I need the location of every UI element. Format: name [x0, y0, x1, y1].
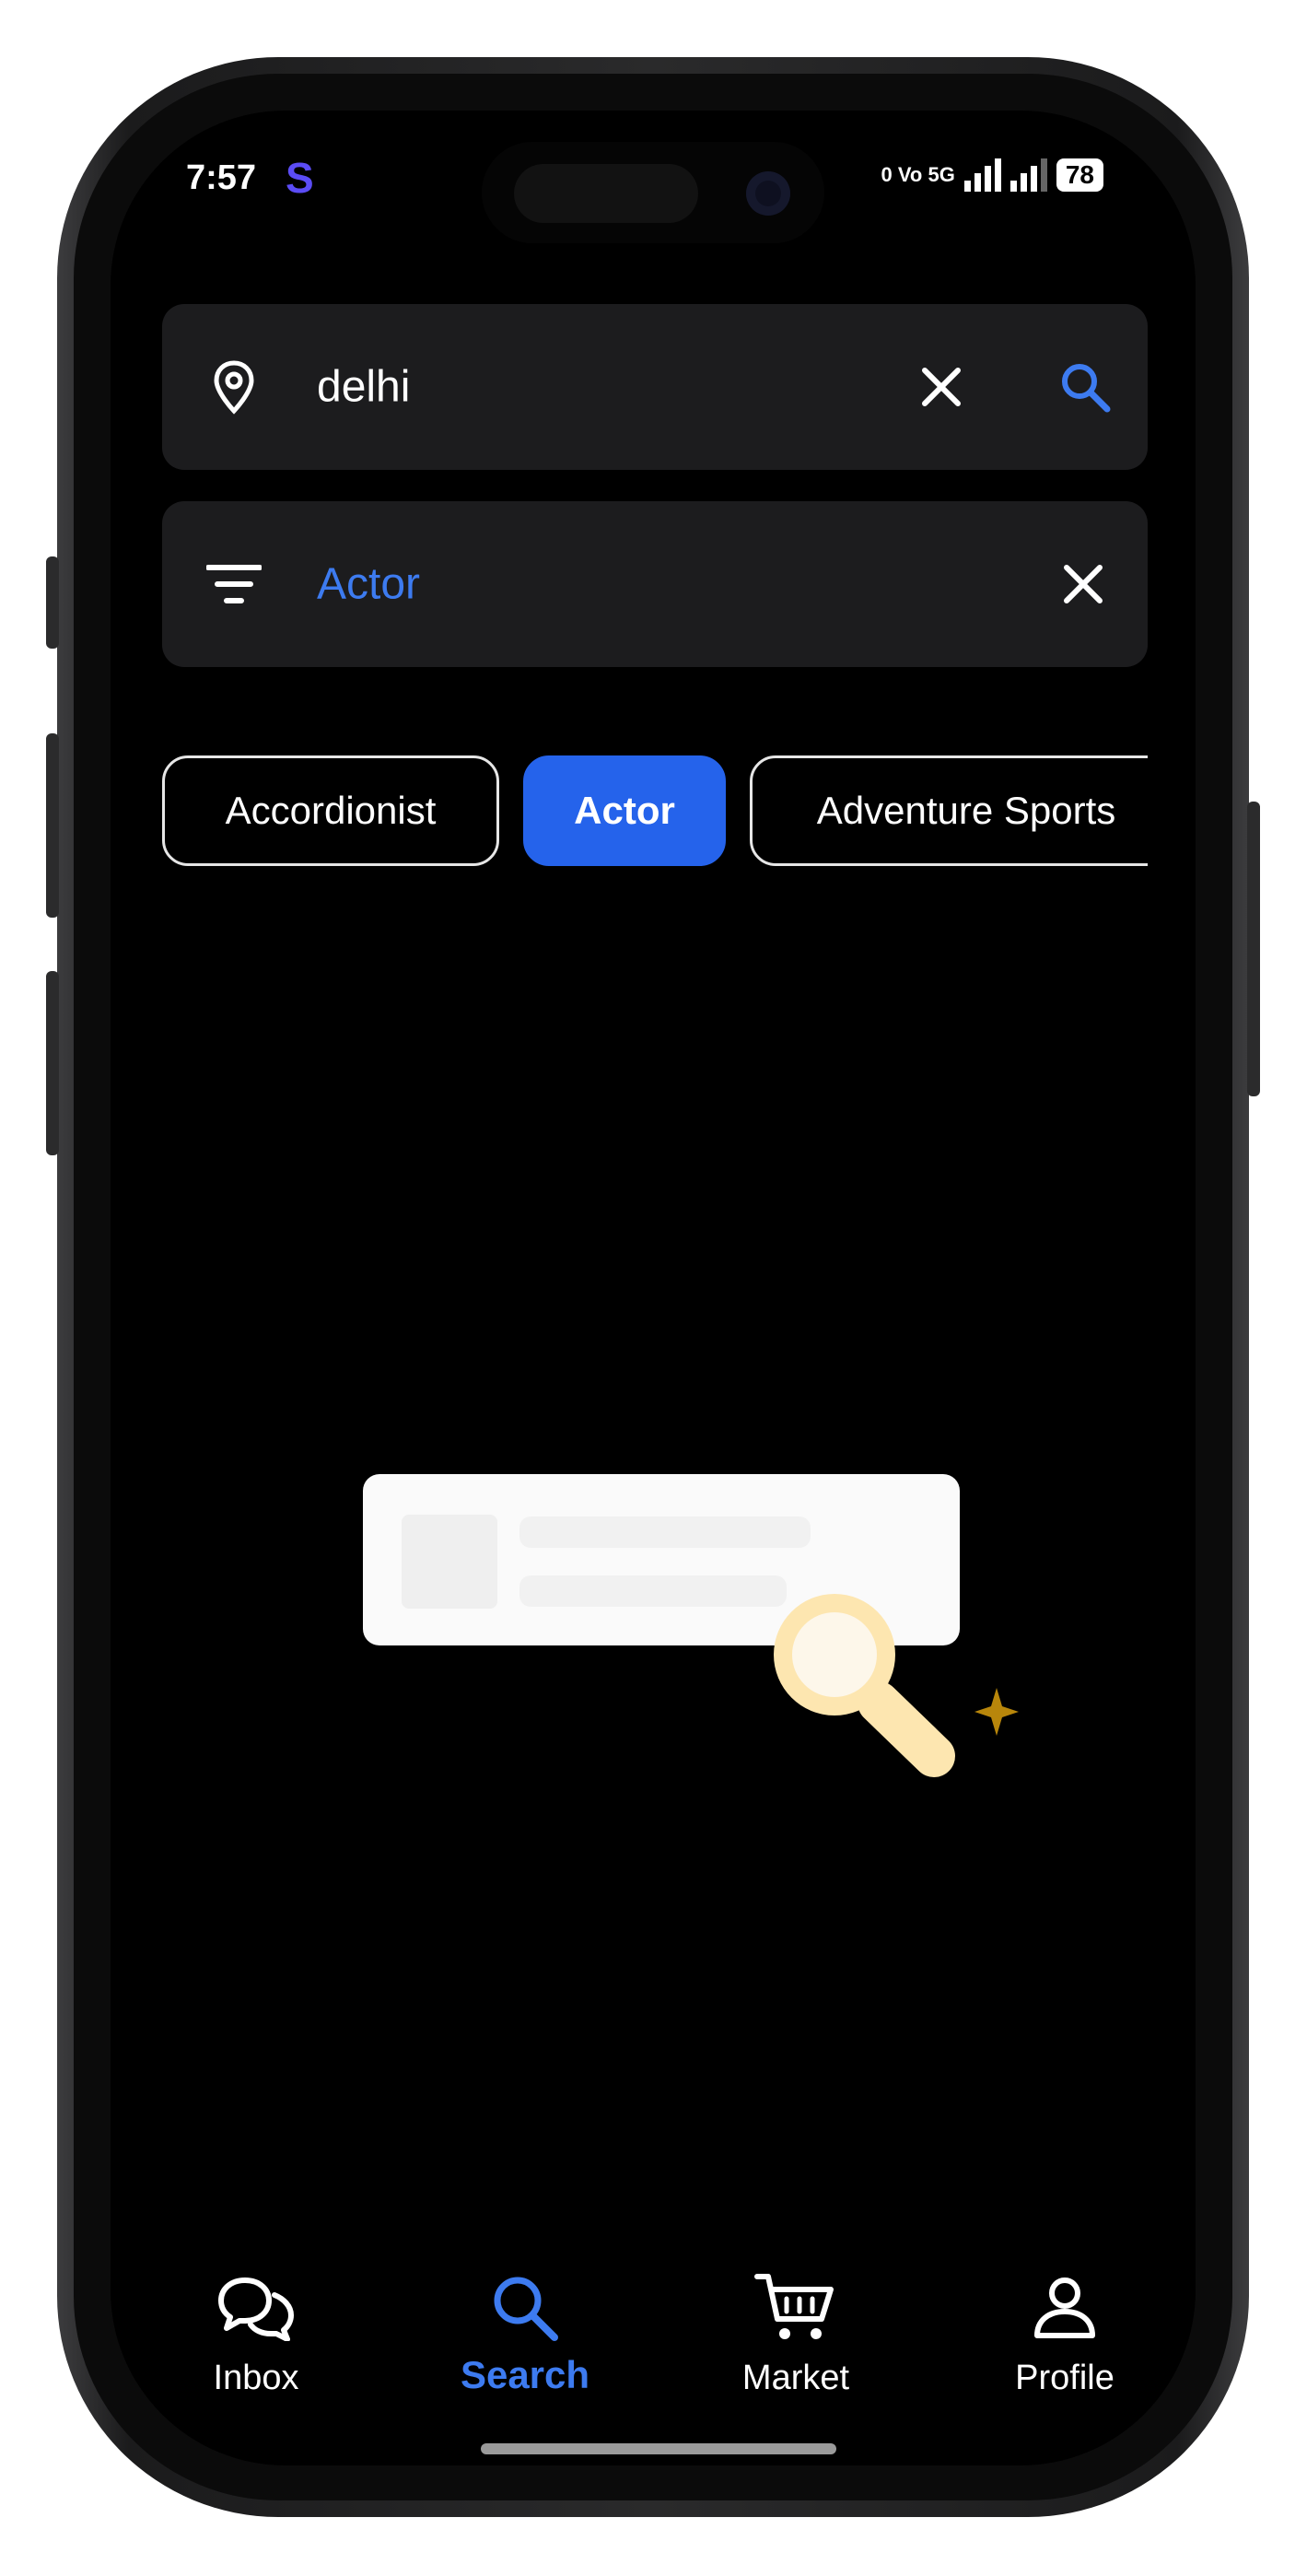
volume-up-button — [46, 733, 59, 918]
search-icon[interactable] — [1052, 354, 1118, 420]
chip-actor[interactable]: Actor — [523, 755, 726, 866]
nav-inbox[interactable]: Inbox — [155, 2266, 357, 2398]
close-icon[interactable] — [908, 354, 974, 420]
location-pin-icon — [204, 357, 263, 416]
app-notification-icon: S — [286, 154, 314, 202]
home-indicator[interactable] — [481, 2443, 836, 2454]
location-search-field[interactable]: delhi — [162, 304, 1148, 470]
category-filter-value[interactable]: Actor — [317, 559, 420, 610]
front-camera — [746, 171, 790, 216]
battery-indicator: 78 — [1056, 158, 1103, 192]
location-search-input[interactable]: delhi — [317, 362, 410, 413]
person-icon — [1021, 2266, 1109, 2349]
nav-market-label: Market — [741, 2359, 850, 2397]
signal-icon — [963, 158, 1001, 192]
dynamic-island-pill — [514, 164, 698, 223]
chip-accordionist[interactable]: Accordionist — [162, 755, 499, 866]
action-button — [46, 556, 59, 649]
nav-search[interactable]: Search — [424, 2266, 626, 2397]
chip-adventure-sports[interactable]: Adventure Sports — [750, 755, 1148, 866]
screen: 7:57 S 0 Vo 5G 78 delhi Actor Accordioni… — [111, 111, 1196, 2465]
chat-bubbles-icon — [212, 2266, 300, 2349]
status-indicators: 0 Vo 5G 78 — [881, 158, 1103, 192]
signal-text: 0 Vo 5G — [881, 163, 955, 186]
nav-profile[interactable]: Profile — [963, 2266, 1166, 2398]
cart-icon — [752, 2266, 840, 2349]
bottom-navigation: Inbox Search Market Profile — [111, 2266, 1196, 2414]
nav-market[interactable]: Market — [694, 2266, 897, 2398]
signal-icon-2 — [1009, 158, 1047, 192]
close-icon[interactable] — [1050, 551, 1116, 617]
filter-icon — [204, 555, 263, 614]
category-filter-field[interactable]: Actor — [162, 501, 1148, 667]
status-time: 7:57 — [186, 158, 257, 197]
category-chips: Accordionist Actor Adventure Sports — [162, 755, 1148, 870]
nav-inbox-label: Inbox — [213, 2359, 299, 2397]
empty-search-illustration — [363, 1474, 1026, 1787]
nav-search-label: Search — [460, 2353, 590, 2396]
power-button — [1247, 802, 1260, 1096]
search-icon — [481, 2266, 569, 2349]
volume-down-button — [46, 971, 59, 1155]
nav-profile-label: Profile — [1015, 2359, 1114, 2397]
